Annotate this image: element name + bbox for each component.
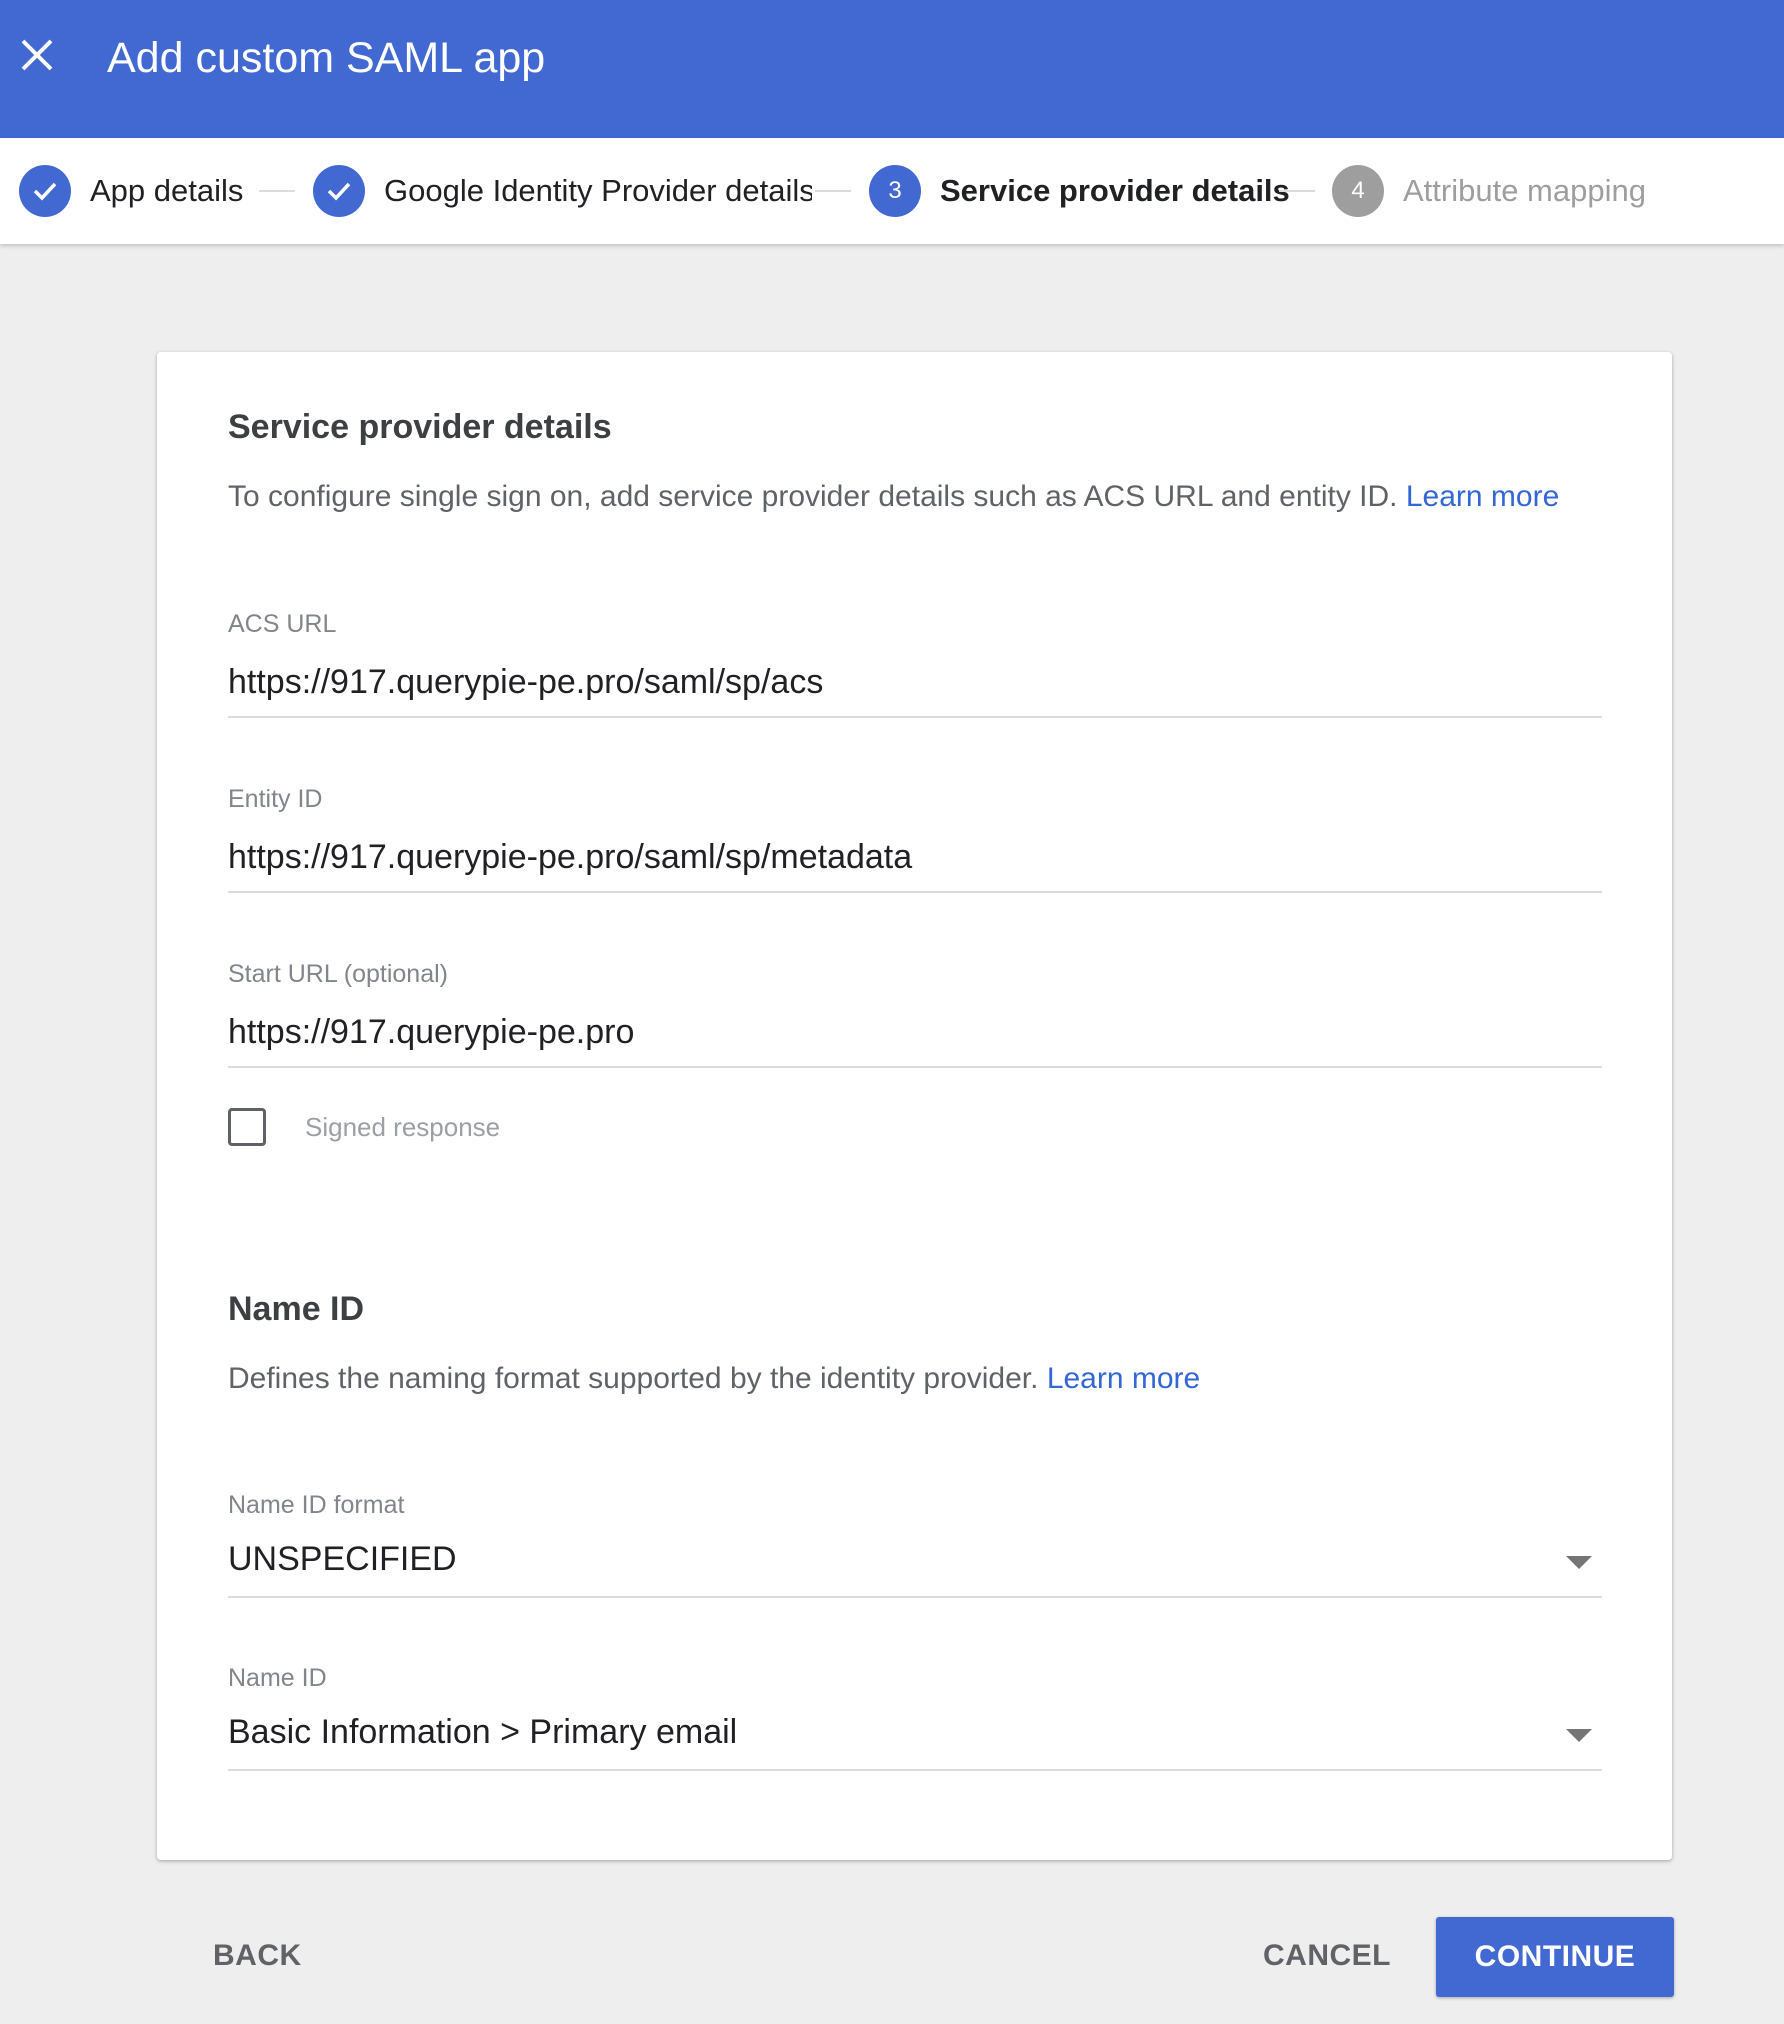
dropdown-arrow-icon [1566,1729,1592,1742]
section-title: Service provider details [228,408,612,446]
start-url-field[interactable] [228,1004,1602,1068]
step-number: 4 [1332,165,1384,217]
name-id-section-title: Name ID [228,1290,365,1328]
continue-button[interactable]: CONTINUE [1436,1917,1674,1997]
name-id-format-select[interactable]: UNSPECIFIED [228,1534,1602,1598]
description-text: To configure single sign on, add service… [228,480,1398,513]
check-icon [19,165,71,217]
entity-id-input[interactable] [228,829,1602,885]
step-service-provider-details[interactable]: 3 Service provider details [869,165,1290,217]
step-attribute-mapping[interactable]: 4 Attribute mapping [1332,165,1646,217]
acs-url-label: ACS URL [228,610,337,638]
name-id-format-label: Name ID format [228,1491,405,1519]
learn-more-link[interactable]: Learn more [1047,1362,1200,1395]
step-app-details[interactable]: App details [19,165,243,217]
start-url-input[interactable] [228,1004,1602,1060]
learn-more-link[interactable]: Learn more [1406,480,1559,513]
step-label: Google Identity Provider details [384,173,812,208]
cancel-button[interactable]: CANCEL [1263,1916,1391,1996]
stepper: App details Google Identity Provider det… [0,138,1784,244]
check-icon [313,165,365,217]
entity-id-label: Entity ID [228,785,323,813]
step-divider [815,190,851,192]
signed-response-option[interactable]: Signed response [228,1108,500,1146]
step-google-idp-details[interactable]: Google Identity Provider details [313,165,812,217]
acs-url-field[interactable] [228,654,1602,718]
step-label: App details [90,173,244,208]
acs-url-input[interactable] [228,654,1602,710]
section-description: To configure single sign on, add service… [228,480,1559,514]
step-label: Attribute mapping [1403,173,1646,208]
close-button[interactable] [14,32,60,78]
selected-value: UNSPECIFIED [228,1540,457,1578]
name-id-label: Name ID [228,1664,327,1692]
back-button[interactable]: BACK [213,1916,302,1996]
dropdown-arrow-icon [1566,1556,1592,1569]
page-title: Add custom SAML app [107,34,546,82]
description-text: Defines the naming format supported by t… [228,1362,1039,1395]
start-url-label: Start URL (optional) [228,960,448,988]
step-number: 3 [869,165,921,217]
signed-response-checkbox[interactable] [228,1108,266,1146]
name-id-description: Defines the naming format supported by t… [228,1362,1200,1396]
signed-response-label: Signed response [305,1111,501,1142]
app-header: Add custom SAML app [0,0,1784,138]
close-icon [21,39,53,71]
step-divider [1279,190,1315,192]
step-divider [259,190,295,192]
service-provider-card: Service provider details To configure si… [157,352,1672,1860]
name-id-select[interactable]: Basic Information > Primary email [228,1707,1602,1771]
step-label: Service provider details [940,173,1290,208]
selected-value: Basic Information > Primary email [228,1713,738,1751]
entity-id-field[interactable] [228,829,1602,893]
